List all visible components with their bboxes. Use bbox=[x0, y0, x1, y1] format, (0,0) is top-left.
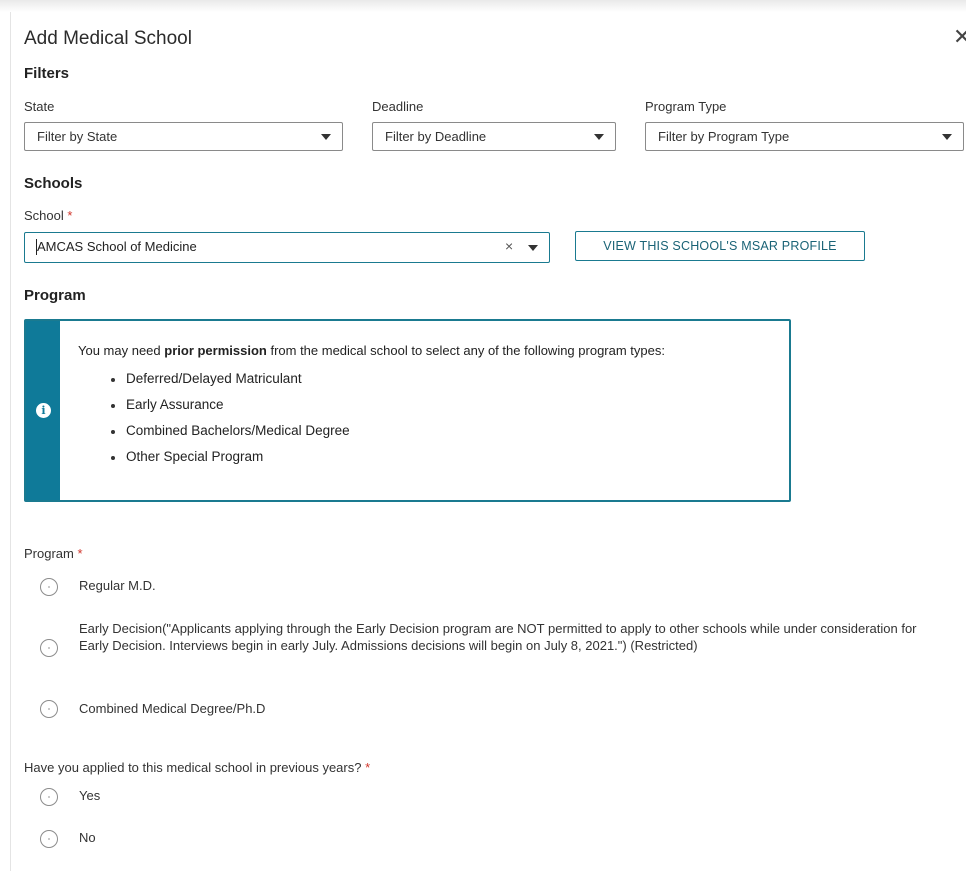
chevron-down-icon bbox=[594, 134, 604, 140]
required-asterisk: * bbox=[77, 546, 83, 561]
previous-applied-question-text: Have you applied to this medical school … bbox=[24, 760, 362, 775]
program-type-list: Deferred/Delayed Matriculant Early Assur… bbox=[106, 371, 350, 475]
radio-early-decision[interactable] bbox=[40, 639, 58, 657]
school-label-text: School bbox=[24, 208, 64, 223]
option-label-no: No bbox=[79, 830, 96, 845]
clear-icon[interactable]: × bbox=[505, 238, 513, 254]
schools-heading: Schools bbox=[24, 175, 83, 192]
close-icon[interactable]: ✕ bbox=[953, 26, 966, 48]
filters-heading: Filters bbox=[24, 65, 70, 82]
option-label-regular-md: Regular M.D. bbox=[79, 578, 156, 593]
callout-message: You may need prior permission from the m… bbox=[78, 343, 665, 358]
chevron-down-icon bbox=[321, 134, 331, 140]
option-label-combined-md-phd: Combined Medical Degree/Ph.D bbox=[79, 701, 266, 716]
chevron-down-icon[interactable] bbox=[528, 245, 538, 251]
radio-no[interactable] bbox=[40, 830, 58, 848]
deadline-filter-select[interactable]: Filter by Deadline bbox=[372, 122, 616, 151]
state-filter-select[interactable]: Filter by State bbox=[24, 122, 343, 151]
school-select[interactable]: AMCAS School of Medicine × bbox=[24, 232, 550, 263]
list-item: Deferred/Delayed Matriculant bbox=[106, 371, 350, 397]
deadline-filter-placeholder: Filter by Deadline bbox=[385, 129, 487, 144]
program-info-callout: i You may need prior permission from the… bbox=[24, 319, 791, 502]
program-field-label-text: Program bbox=[24, 546, 74, 561]
state-filter-placeholder: Filter by State bbox=[37, 129, 118, 144]
callout-bold-text: prior permission bbox=[164, 343, 267, 358]
previous-applied-question: Have you applied to this medical school … bbox=[24, 760, 370, 775]
school-label: School * bbox=[24, 208, 72, 223]
callout-accent-bar: i bbox=[26, 321, 60, 500]
info-icon: i bbox=[36, 403, 51, 418]
radio-combined-md-phd[interactable] bbox=[40, 700, 58, 718]
dialog-title: Add Medical School bbox=[24, 28, 192, 49]
program-field-label: Program * bbox=[24, 546, 83, 561]
chevron-down-icon bbox=[942, 134, 952, 140]
school-select-value: AMCAS School of Medicine bbox=[37, 239, 197, 254]
deadline-label: Deadline bbox=[372, 99, 424, 114]
program-type-label: Program Type bbox=[645, 99, 727, 114]
list-item: Early Assurance bbox=[106, 397, 350, 423]
list-item: Other Special Program bbox=[106, 449, 350, 475]
option-label-early-decision: Early Decision("Applicants applying thro… bbox=[79, 621, 917, 653]
list-item: Combined Bachelors/Medical Degree bbox=[106, 423, 350, 449]
panel-left-border bbox=[10, 12, 11, 871]
view-msar-profile-button[interactable]: VIEW THIS SCHOOL'S MSAR PROFILE bbox=[575, 231, 865, 261]
radio-regular-md[interactable] bbox=[40, 578, 58, 596]
top-shadow bbox=[0, 0, 966, 12]
program-heading: Program bbox=[24, 287, 86, 304]
required-asterisk: * bbox=[365, 760, 371, 775]
program-type-filter-placeholder: Filter by Program Type bbox=[658, 129, 790, 144]
state-label: State bbox=[24, 99, 55, 114]
required-asterisk: * bbox=[67, 208, 73, 223]
radio-yes[interactable] bbox=[40, 788, 58, 806]
option-label-yes: Yes bbox=[79, 788, 101, 803]
program-type-filter-select[interactable]: Filter by Program Type bbox=[645, 122, 964, 151]
